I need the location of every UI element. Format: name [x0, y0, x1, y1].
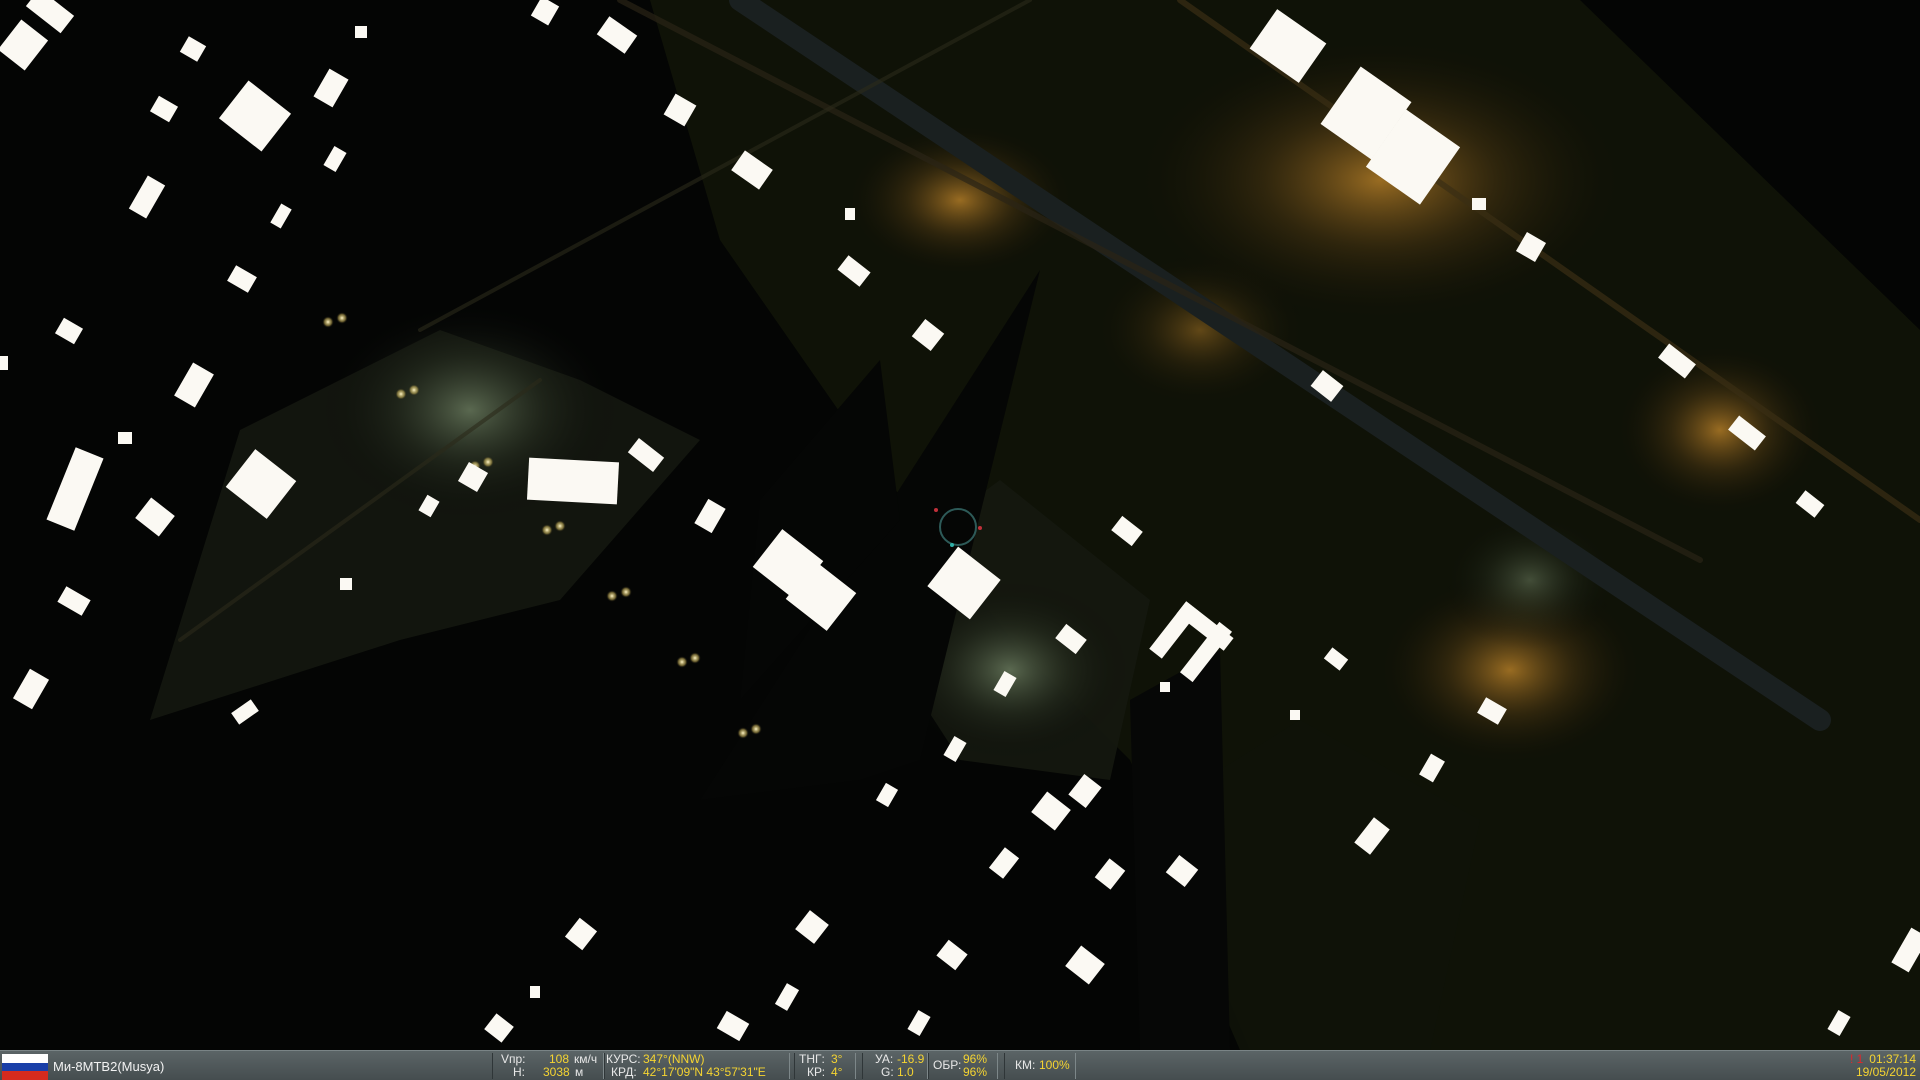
night-terrain-map [0, 0, 1920, 1050]
altitude-value: 3038 [543, 1065, 570, 1079]
speed-altitude-panel: Vпр: 108 км/ч H: 3038 м [492, 1053, 604, 1079]
clock-date: 19/05/2012 [1855, 1065, 1916, 1079]
rpm-label: ОБР: [933, 1058, 962, 1072]
warning-indicator: ! 1 [1849, 1052, 1864, 1066]
fuel-label: КМ: [1015, 1058, 1036, 1072]
game-viewport[interactable] [0, 0, 1920, 1050]
heading-coords-panel: КУРС: 347°(NNW) КРД: 42°17'09"N 43°57'31… [604, 1053, 790, 1079]
altitude-unit: м [575, 1065, 584, 1079]
clock-time: 01:37:14 [1869, 1052, 1916, 1066]
roll-value: 4° [831, 1065, 843, 1079]
russia-flag-icon [2, 1054, 48, 1080]
roll-label: КР: [807, 1065, 826, 1079]
gload-label: G: [881, 1065, 894, 1079]
unit-name: Ми-8МТВ2(Musya) [53, 1059, 165, 1074]
gload-value: 1.0 [897, 1065, 914, 1079]
status-bar: Ми-8МТВ2(Musya) Vпр: 108 км/ч H: 3038 м … [0, 1050, 1920, 1080]
fuel-panel: КМ: 100% [1004, 1053, 1076, 1079]
rpm-panel: ОБР: 96% 96% [928, 1053, 998, 1079]
coords-label: КРД: [611, 1065, 637, 1079]
coords-value: 42°17'09"N 43°57'31"E [643, 1065, 766, 1079]
mission-clock: ! 1 01:37:14 19/05/2012 [1850, 1053, 1916, 1079]
attitude-panel: ТНГ: 3° КР: 4° [794, 1053, 856, 1079]
altitude-label: H: [513, 1065, 525, 1079]
fuel-value: 100% [1039, 1058, 1070, 1072]
aoa-g-panel: УА: -16.9 G: 1.0 [862, 1053, 928, 1079]
rpm-value-2: 96% [963, 1065, 988, 1079]
